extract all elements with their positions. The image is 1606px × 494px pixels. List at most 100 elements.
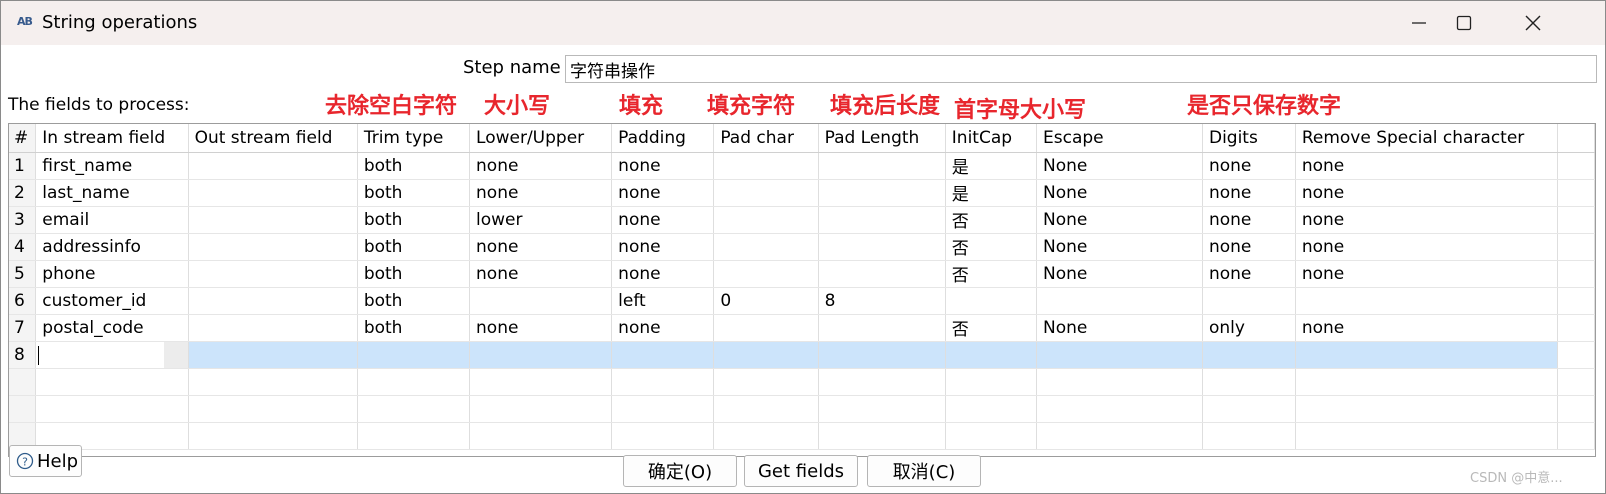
cell-trim-type[interactable]: both xyxy=(357,233,471,261)
get-fields-button[interactable]: Get fields xyxy=(744,455,858,487)
cell-trim-type[interactable]: both xyxy=(357,260,471,288)
column-header-out-stream-field[interactable]: Out stream field xyxy=(188,124,358,153)
cell-escape[interactable]: None xyxy=(1036,314,1203,342)
column-header-remove-special-character[interactable]: Remove Special character xyxy=(1295,124,1558,153)
cell-initcap[interactable]: 是 xyxy=(945,152,1038,180)
cell-digits[interactable]: none xyxy=(1202,152,1296,180)
column-header-pad-length[interactable]: Pad Length xyxy=(818,124,946,153)
cell-lower-upper[interactable] xyxy=(469,287,613,315)
cell-digits[interactable]: none xyxy=(1202,233,1296,261)
help-button[interactable]: ? Help xyxy=(9,445,82,477)
table-row[interactable]: 8 xyxy=(9,341,1595,369)
table-row[interactable]: 6 customer_id both left 0 8 xyxy=(9,287,1595,315)
cell-remove-special-character[interactable]: none xyxy=(1295,260,1558,288)
cell-padding[interactable]: none xyxy=(611,152,715,180)
cell-out-stream-field[interactable] xyxy=(188,314,358,342)
cell-pad-char[interactable] xyxy=(713,260,819,288)
cell-out-stream-field[interactable] xyxy=(188,233,358,261)
column-header-initcap[interactable]: InitCap xyxy=(945,124,1038,153)
cell-escape[interactable] xyxy=(1036,341,1203,369)
cell-in-stream-field[interactable] xyxy=(35,341,189,369)
cell-initcap[interactable]: 否 xyxy=(945,314,1038,342)
cell-in-stream-field[interactable]: addressinfo xyxy=(35,233,189,261)
column-header-trim-type[interactable]: Trim type xyxy=(357,124,471,153)
table-row[interactable]: 4 addressinfo both none none 否 None none none xyxy=(9,233,1595,261)
column-header-pad-char[interactable]: Pad char xyxy=(713,124,819,153)
cell-digits[interactable] xyxy=(1202,287,1296,315)
cell-in-stream-field[interactable]: last_name xyxy=(35,179,189,207)
cell-pad-char[interactable]: 0 xyxy=(713,287,819,315)
cell-escape[interactable]: None xyxy=(1036,233,1203,261)
cell-lower-upper[interactable]: none xyxy=(469,179,613,207)
cell-in-stream-field[interactable]: postal_code xyxy=(35,314,189,342)
table-row[interactable]: 2 last_name both none none 是 None none none xyxy=(9,179,1595,207)
cell-trim-type[interactable]: both xyxy=(357,287,471,315)
cancel-button[interactable]: 取消(C) xyxy=(867,455,981,487)
cell-trim-type[interactable]: both xyxy=(357,179,471,207)
cell-padding[interactable] xyxy=(611,341,715,369)
cell-pad-char[interactable] xyxy=(713,341,819,369)
cell-remove-special-character[interactable]: none xyxy=(1295,179,1558,207)
cell-digits[interactable] xyxy=(1202,341,1296,369)
column-header-in-stream-field[interactable]: In stream field xyxy=(35,124,189,153)
cell-initcap[interactable] xyxy=(945,341,1038,369)
cell-in-stream-field[interactable]: phone xyxy=(35,260,189,288)
cell-initcap[interactable] xyxy=(945,287,1038,315)
cell-out-stream-field[interactable] xyxy=(188,206,358,234)
cell-out-stream-field[interactable] xyxy=(188,260,358,288)
cell-escape[interactable]: None xyxy=(1036,152,1203,180)
cell-pad-length[interactable] xyxy=(818,233,946,261)
cell-pad-char[interactable] xyxy=(713,152,819,180)
table-row[interactable]: 7 postal_code both none none 否 None only none xyxy=(9,314,1595,342)
cell-pad-char[interactable] xyxy=(713,206,819,234)
cell-trim-type[interactable]: both xyxy=(357,206,471,234)
cell-pad-length[interactable] xyxy=(818,314,946,342)
cell-remove-special-character[interactable]: none xyxy=(1295,314,1558,342)
cell-pad-length[interactable] xyxy=(818,341,946,369)
cell-out-stream-field[interactable] xyxy=(188,341,358,369)
table-row[interactable]: 1 first_name both none none 是 None none none xyxy=(9,152,1595,180)
cell-pad-length[interactable] xyxy=(818,206,946,234)
cell-in-stream-field[interactable]: first_name xyxy=(35,152,189,180)
cell-trim-type[interactable]: both xyxy=(357,314,471,342)
cell-escape[interactable]: None xyxy=(1036,260,1203,288)
cell-remove-special-character[interactable] xyxy=(1295,287,1558,315)
cell-padding[interactable]: none xyxy=(611,233,715,261)
cell-padding[interactable]: none xyxy=(611,260,715,288)
cell-initcap[interactable]: 否 xyxy=(945,233,1038,261)
cell-trim-type[interactable] xyxy=(357,341,471,369)
cell-out-stream-field[interactable] xyxy=(188,287,358,315)
cell-escape[interactable]: None xyxy=(1036,179,1203,207)
cell-lower-upper[interactable]: none xyxy=(469,260,613,288)
cell-in-stream-field[interactable]: email xyxy=(35,206,189,234)
cell-pad-length[interactable] xyxy=(818,152,946,180)
cell-out-stream-field[interactable] xyxy=(188,152,358,180)
ok-button[interactable]: 确定(O) xyxy=(623,455,737,487)
cell-remove-special-character[interactable] xyxy=(1295,341,1558,369)
maximize-button[interactable] xyxy=(1435,1,1493,45)
cell-in-stream-field[interactable]: customer_id xyxy=(35,287,189,315)
cell-pad-length[interactable] xyxy=(818,260,946,288)
cell-digits[interactable]: none xyxy=(1202,260,1296,288)
cell-pad-char[interactable] xyxy=(713,179,819,207)
cell-pad-char[interactable] xyxy=(713,314,819,342)
cell-editor-dropdown[interactable] xyxy=(163,341,188,367)
cell-initcap[interactable]: 否 xyxy=(945,260,1038,288)
cell-padding[interactable]: left xyxy=(611,287,715,315)
cell-lower-upper[interactable]: none xyxy=(469,233,613,261)
cell-escape[interactable] xyxy=(1036,287,1203,315)
column-header-digits[interactable]: Digits xyxy=(1202,124,1296,153)
column-header-padding[interactable]: Padding xyxy=(611,124,715,153)
cell-initcap[interactable]: 是 xyxy=(945,179,1038,207)
cell-pad-length[interactable]: 8 xyxy=(818,287,946,315)
cell-out-stream-field[interactable] xyxy=(188,179,358,207)
column-header-lower-upper[interactable]: Lower/Upper xyxy=(469,124,613,153)
cell-remove-special-character[interactable]: none xyxy=(1295,206,1558,234)
table-row[interactable]: 3 email both lower none 否 None none none xyxy=(9,206,1595,234)
cell-initcap[interactable]: 否 xyxy=(945,206,1038,234)
cell-lower-upper[interactable]: lower xyxy=(469,206,613,234)
cell-lower-upper[interactable]: none xyxy=(469,152,613,180)
step-name-input[interactable]: 字符串操作 xyxy=(565,55,1597,83)
cell-lower-upper[interactable]: none xyxy=(469,314,613,342)
close-button[interactable] xyxy=(1504,1,1562,45)
